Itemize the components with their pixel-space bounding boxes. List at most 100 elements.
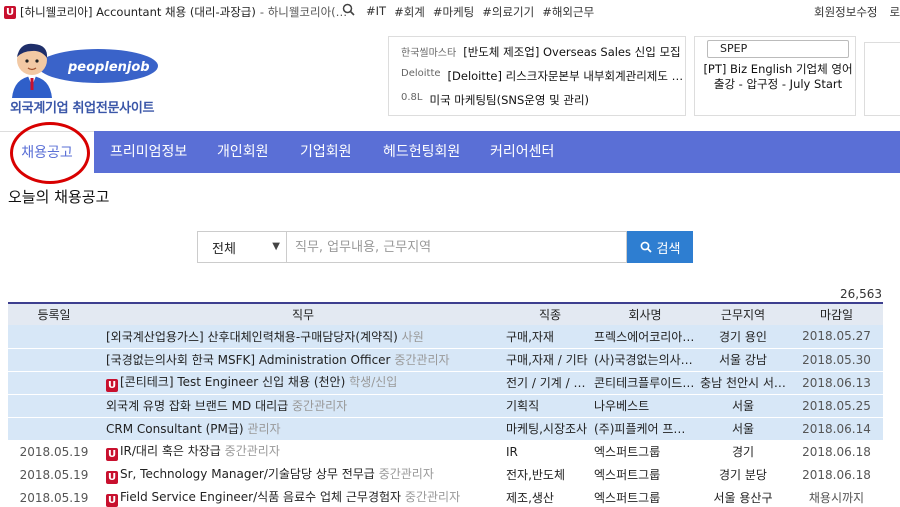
table-row[interactable]: 2018.05.19 U IR/대리 혹은 차장급 중간관리자 IR 엑스퍼트그룹 경기 2… (8, 440, 883, 464)
job-title-link[interactable]: 외국계 유명 잡화 브랜드 MD 대리급 (106, 399, 288, 413)
hashtag-link[interactable]: #IT (366, 4, 386, 20)
top-bar: U [하니웰코리아] Accountant 채용 (대리-과장급) - 하니웰코… (0, 0, 900, 24)
search-button-label: 검색 (656, 241, 681, 257)
cell-company[interactable]: 나우베스트 (594, 394, 696, 418)
top-notice[interactable]: U [하니웰코리아] Accountant 채용 (대리-과장급) - 하니웰코… (4, 4, 347, 20)
job-level: 중간관리자 (224, 444, 280, 458)
header-job[interactable]: 직무 (100, 302, 506, 325)
urgent-badge-icon: U (106, 379, 118, 392)
cell-company[interactable]: 엑스퍼트그룹 (594, 486, 696, 507)
cell-company[interactable]: 콘티테크플루이드… (594, 371, 696, 395)
cell-deadline: 2018.06.18 (790, 440, 883, 464)
top-notice-sub[interactable]: - 하니웰코리아(… (260, 4, 347, 20)
top-notice-title[interactable]: [하니웰코리아] Accountant 채용 (대리-과장급) (20, 4, 256, 20)
cell-company[interactable]: (사)국경없는의사… (594, 348, 696, 372)
job-table: 등록일 직무 직종 회사명 근무지역 마감일 [외국계산업용가스] 산후대체인력… (8, 302, 883, 507)
cell-location: 서울 (696, 417, 790, 441)
cell-job[interactable]: U IR/대리 혹은 차장급 중간관리자 (100, 440, 506, 464)
header-category[interactable]: 직종 (506, 302, 594, 325)
table-row[interactable]: [외국계산업용가스] 산후대체인력채용-구매담당자(계약직) 사원 구매,자재 프렉… (8, 325, 883, 349)
search-button[interactable]: 검색 (627, 231, 693, 263)
table-row[interactable]: U [콘티테크] Test Engineer 신입 채용 (천안) 학생/신입 전기… (8, 371, 883, 395)
urgent-badge-icon: U (106, 494, 118, 507)
page-title: 오늘의 채용공고 (8, 188, 110, 206)
main-nav: 채용공고 프리미엄정보 개인회원 기업회원 헤드헌팅회원 커리어센터 (0, 131, 900, 173)
cell-location: 서울 강남 (696, 348, 790, 372)
cell-deadline: 채용시까지 (790, 486, 883, 507)
cell-date: 2018.05.19 (8, 486, 100, 507)
ad-title[interactable]: [반도체 제조업] Overseas Sales 신입 모집 (463, 44, 680, 60)
cell-job[interactable]: CRM Consultant (PM급) 관리자 (100, 417, 506, 441)
ad-title[interactable]: 미국 마케팅팀(SNS운영 및 관리) (429, 92, 589, 108)
table-row[interactable]: 2018.05.19 U Sr, Technology Manager/기술담당 상… (8, 463, 883, 487)
job-title-link[interactable]: CRM Consultant (PM급) (106, 422, 244, 436)
job-title-link[interactable]: [외국계산업용가스] 산후대체인력채용-구매담당자(계약직) (106, 330, 398, 344)
cell-job[interactable]: [외국계산업용가스] 산후대체인력채용-구매담당자(계약직) 사원 (100, 325, 506, 349)
ad-company: 0.8L (401, 92, 423, 103)
cell-company[interactable]: 엑스퍼트그룹 (594, 440, 696, 464)
cell-job[interactable]: 외국계 유명 잡화 브랜드 MD 대리급 중간관리자 (100, 394, 506, 418)
job-title-link[interactable]: Sr, Technology Manager/기술담당 상무 전무급 (120, 467, 375, 481)
table-row[interactable]: CRM Consultant (PM급) 관리자 마케팅,시장조사 (주)피플케어 … (8, 417, 883, 441)
cell-company[interactable]: (주)피플케어 프로… (594, 417, 696, 441)
hashtag-link[interactable]: #마케팅 (433, 4, 474, 20)
cell-company[interactable]: 엑스퍼트그룹 (594, 463, 696, 487)
cell-date: 2018.05.19 (8, 463, 100, 487)
job-level: 사원 (401, 329, 424, 344)
hashtag-link[interactable]: #의료기기 (482, 4, 534, 20)
job-title-link[interactable]: IR/대리 혹은 차장급 (120, 444, 221, 458)
ad-item[interactable]: 한국씰마스타 [반도체 제조업] Overseas Sales 신입 모집 (401, 44, 681, 60)
cell-deadline: 2018.05.30 (790, 348, 883, 372)
cell-category: 전자,반도체 (506, 463, 594, 487)
table-row[interactable]: 외국계 유명 잡화 브랜드 MD 대리급 중간관리자 기획직 나우베스트 서울 2018… (8, 394, 883, 418)
header-deadline[interactable]: 마감일 (790, 302, 883, 325)
table-row[interactable]: 2018.05.19 U Field Service Engineer/식품 음료수… (8, 486, 883, 507)
job-title-link[interactable]: Field Service Engineer/식품 음료수 업체 근무경험자 (120, 490, 401, 504)
ad-item[interactable]: Deloitte [Deloitte] 리스크자문본부 내부회계관리제도 … (401, 68, 683, 84)
cell-category: 구매,자재 (506, 325, 594, 349)
cell-job[interactable]: U Sr, Technology Manager/기술담당 상무 전무급 중간관리… (100, 463, 506, 487)
hashtag-link[interactable]: #회계 (394, 4, 425, 20)
ad-title[interactable]: [Deloitte] 리스크자문본부 내부회계관리제도 … (448, 68, 684, 84)
job-level: 중간관리자 (292, 399, 348, 413)
header-location[interactable]: 근무지역 (696, 302, 790, 325)
spep-ad[interactable]: SPEP [PT] Biz English 기업체 영어 출강 - 압구정 - … (694, 36, 856, 116)
cell-job[interactable]: U Field Service Engineer/식품 음료수 업체 근무경험자 … (100, 486, 506, 507)
nav-career-center[interactable]: 커리어센터 (490, 131, 554, 173)
side-ad-box (864, 42, 900, 116)
job-title-link[interactable]: [국경없는의사회 한국 MSFK] Administration Officer (106, 353, 391, 367)
cell-date (8, 417, 100, 441)
job-title-link[interactable]: [콘티테크] Test Engineer 신입 채용 (천안) (120, 375, 345, 389)
table-row[interactable]: [국경없는의사회 한국 MSFK] Administration Officer… (8, 348, 883, 372)
cell-job[interactable]: [국경없는의사회 한국 MSFK] Administration Officer… (100, 348, 506, 372)
logo-mascot-icon: peoplenjob (12, 43, 158, 98)
cell-date (8, 348, 100, 372)
nav-company-member[interactable]: 기업회원 (300, 131, 352, 173)
cell-category: 제조,생산 (506, 486, 594, 507)
category-select-value: 전체 (212, 241, 236, 257)
hashtag-link[interactable]: #해외근무 (542, 4, 594, 20)
nav-personal-member[interactable]: 개인회원 (217, 131, 269, 173)
cell-location: 서울 (696, 394, 790, 418)
category-select[interactable]: 전체 ▼ (197, 231, 287, 263)
edit-profile-link[interactable]: 회원정보수정 (814, 4, 877, 20)
cell-company[interactable]: 프렉스에어코리아(… (594, 325, 696, 349)
total-count: 26,563 (840, 287, 882, 301)
header-date[interactable]: 등록일 (8, 302, 100, 325)
spep-text[interactable]: [PT] Biz English 기업체 영어 출강 - 압구정 - July … (703, 62, 853, 92)
nav-premium-info[interactable]: 프리미엄정보 (110, 131, 187, 173)
search-icon (640, 241, 652, 253)
nav-headhunting-member[interactable]: 헤드헌팅회원 (383, 131, 460, 173)
cell-category: IR (506, 440, 594, 464)
cell-job[interactable]: U [콘티테크] Test Engineer 신입 채용 (천안) 학생/신입 (100, 371, 506, 395)
logout-link[interactable]: 로그 (889, 4, 900, 20)
search-input[interactable] (287, 231, 627, 263)
ad-item[interactable]: 0.8L 미국 마케팅팀(SNS운영 및 관리) (401, 92, 589, 108)
search-icon[interactable] (342, 3, 355, 20)
cell-location: 경기 (696, 440, 790, 464)
cell-location: 충남 천안시 서… (696, 371, 790, 395)
cell-date (8, 325, 100, 349)
cell-date (8, 394, 100, 418)
header-company[interactable]: 회사명 (594, 302, 696, 325)
caret-down-icon: ▼ (272, 241, 280, 252)
